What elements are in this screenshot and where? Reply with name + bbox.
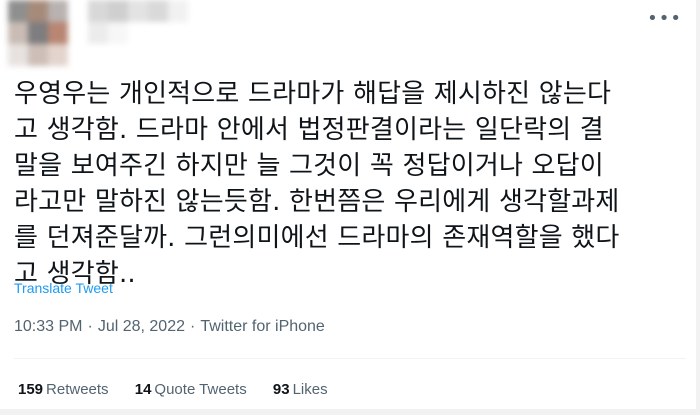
bottom-border (0, 409, 700, 415)
translate-tweet-link[interactable]: Translate Tweet (14, 280, 113, 296)
tweet-stats: 159 Retweets 14 Quote Tweets 93 Likes (18, 381, 350, 398)
meta-separator: · (87, 318, 93, 335)
retweets-stat[interactable]: 159 Retweets (18, 381, 109, 398)
divider (14, 358, 686, 359)
more-options-icon[interactable]: ••• (647, 10, 682, 28)
retweets-count: 159 (18, 381, 44, 398)
quote-tweets-label: Quote Tweets (154, 381, 247, 398)
quote-tweets-stat[interactable]: 14 Quote Tweets (135, 381, 247, 398)
quote-tweets-count: 14 (134, 381, 152, 398)
tweet-text: 우영우는 개인적으로 드라마가 해답을 제시하진 않는다 고 생각함. 드라마 … (14, 79, 620, 289)
likes-label: Likes (292, 381, 328, 398)
likes-stat[interactable]: 93 Likes (273, 381, 328, 398)
tweet-source[interactable]: Twitter for iPhone (200, 318, 325, 335)
tweet-card: ••• 우영우는 개인적으로 드라마가 해답을 제시하진 않는다 고 생각함. … (0, 0, 700, 415)
censored-author-avatar-and-name[interactable] (8, 0, 208, 66)
right-border (696, 0, 700, 415)
tweet-date[interactable]: Jul 28, 2022 (98, 318, 185, 335)
meta-separator: · (190, 318, 196, 335)
retweets-label: Retweets (46, 381, 109, 398)
tweet-time[interactable]: 10:33 PM (14, 318, 82, 335)
tweet-metadata: 10:33 PM · Jul 28, 2022 · Twitter for iPhone (14, 318, 325, 336)
likes-count: 93 (272, 381, 290, 398)
